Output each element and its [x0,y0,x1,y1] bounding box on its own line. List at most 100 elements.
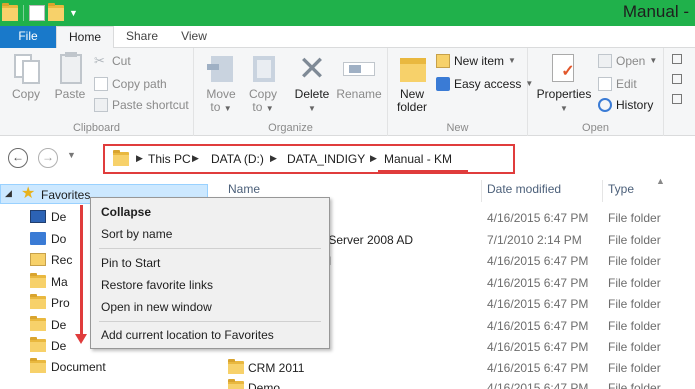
annotation-arrowhead [75,334,87,344]
folder-icon [30,337,46,352]
customize-toolbar-dropdown-icon[interactable]: ▼ [69,8,78,18]
tab-view[interactable]: View [170,26,218,48]
copy-path-button[interactable]: Copy path [94,75,167,93]
nav-item-document[interactable]: Document [30,357,200,377]
properties-button[interactable]: ✓ Properties ▼ [534,52,594,115]
dropdown-arrow-icon: ▼ [508,56,516,65]
menu-item-sort-by-name[interactable]: Sort by name [101,227,172,247]
column-header-date[interactable]: Date modified [487,180,561,202]
paste-shortcut-icon [94,98,108,112]
menu-item-restore-favorite-links[interactable]: Restore favorite links [101,278,213,298]
breadcrumb-this-pc[interactable]: This PC [148,152,191,166]
clipboard-group-label: Clipboard [72,122,121,134]
cut-button[interactable]: ✂ Cut [94,52,131,70]
breadcrumb-data-indigy[interactable]: DATA_INDIGY [287,152,365,166]
folder-icon [30,316,46,331]
new-folder-icon[interactable] [48,3,64,21]
menu-item-collapse[interactable]: Collapse [101,205,151,225]
copy-icon [10,52,42,86]
paste-button[interactable]: Paste [50,52,90,101]
edit-button[interactable]: Edit [598,75,637,93]
recent-locations-dropdown[interactable]: ▼ [67,150,76,160]
move-to-icon [205,52,237,86]
address-bar[interactable]: ▶ This PC ▶ DATA (D:) ▶ DATA_INDIGY ▶ Ma… [103,144,515,174]
breadcrumb-data-drive[interactable]: DATA (D:) [211,152,264,166]
dropdown-arrow-icon: ▼ [649,56,658,65]
context-menu: Collapse Sort by name Pin to Start Resto… [90,197,330,349]
highlight-underline [378,170,468,172]
open-button[interactable]: Open ▼ [598,52,657,70]
folder-icon [30,358,46,373]
folder-icon [113,150,129,166]
menu-divider [99,321,321,322]
folder-icon [228,379,244,389]
chevron-right-icon[interactable]: ▶ [192,153,199,164]
rename-button[interactable]: Rename [336,52,382,101]
desktop-icon [30,210,46,223]
sort-arrow-icon: ▲ [656,176,665,186]
dropdown-arrow-icon: ▼ [265,104,274,113]
easy-access-button[interactable]: Easy access ▼ [436,75,533,93]
collapse-triangle-icon[interactable]: ◢ [5,188,12,199]
forward-arrow-icon: → [42,150,54,164]
properties-icon: ✓ [548,52,580,86]
folder-icon [228,359,244,374]
new-item-button[interactable]: New item ▼ [436,52,516,70]
history-button[interactable]: History [598,96,653,114]
back-button[interactable]: ← [8,148,28,168]
copy-to-icon [247,52,279,86]
move-to-button[interactable]: Move to ▼ [202,52,240,115]
open-group: ✓ Properties ▼ Open ▼ Edit History Open [528,48,664,136]
new-folder-button[interactable]: New folder [392,52,432,114]
folder-icon [30,273,46,288]
delete-button[interactable]: ✕ Delete ▼ [290,52,334,115]
menu-item-open-new-window[interactable]: Open in new window [101,300,212,320]
column-divider[interactable] [602,180,603,202]
organize-group: Move to ▼ Copy to ▼ ✕ Delete ▼ Rename Or… [194,48,388,136]
table-row[interactable]: CRM 2011 4/16/2015 6:47 PM File folder [208,357,695,379]
new-group-label: New [446,122,469,134]
downloads-icon [30,232,46,245]
folder-icon [2,3,18,21]
paste-shortcut-button[interactable]: Paste shortcut [94,96,189,114]
delete-x-icon: ✕ [297,50,327,88]
edit-icon [598,77,612,91]
quick-access-toolbar: ▼ [2,3,78,23]
select-group-partial [672,54,682,114]
column-header-type[interactable]: Type [608,180,634,202]
copy-button[interactable]: Copy [6,52,46,101]
tab-home[interactable]: Home [56,26,114,49]
chevron-right-icon[interactable]: ▶ [370,153,377,164]
window-title: Manual - [622,2,689,21]
column-divider[interactable] [481,180,482,202]
paste-icon [54,52,86,86]
breadcrumb-manual-km[interactable]: Manual - KM [384,152,452,166]
recent-places-icon [30,253,46,266]
dropdown-arrow-icon: ▼ [223,104,232,113]
open-group-label: Open [582,122,609,134]
dropdown-arrow-icon: ▼ [308,104,316,113]
folder-icon [30,294,46,309]
tab-share[interactable]: Share [116,26,168,48]
menu-item-add-location-to-favorites[interactable]: Add current location to Favorites [101,328,274,348]
properties-icon[interactable] [29,5,45,21]
menu-item-pin-to-start[interactable]: Pin to Start [101,256,160,276]
chevron-right-icon[interactable]: ▶ [270,153,277,164]
tab-file[interactable]: File [0,26,56,48]
history-icon [598,98,612,112]
ribbon: Copy Paste ✂ Cut Copy path Paste shortcu… [0,48,695,136]
dropdown-arrow-icon: ▼ [560,104,568,113]
copy-to-button[interactable]: Copy to ▼ [244,52,282,115]
table-row[interactable]: Demo 4/16/2015 6:47 PM File folder [208,377,695,389]
clipboard-group: Copy Paste ✂ Cut Copy path Paste shortcu… [0,48,194,136]
rename-icon [343,52,375,86]
scissors-icon: ✂ [94,53,105,68]
easy-access-icon [436,77,450,91]
forward-button[interactable]: → [38,148,58,168]
copy-path-icon [94,77,108,91]
menu-divider [99,248,321,249]
title-bar: ▼ Manual - [0,0,695,26]
star-icon: ★ [21,185,36,202]
back-arrow-icon: ← [12,150,24,164]
new-group: New folder New item ▼ Easy access ▼ New [388,48,533,136]
